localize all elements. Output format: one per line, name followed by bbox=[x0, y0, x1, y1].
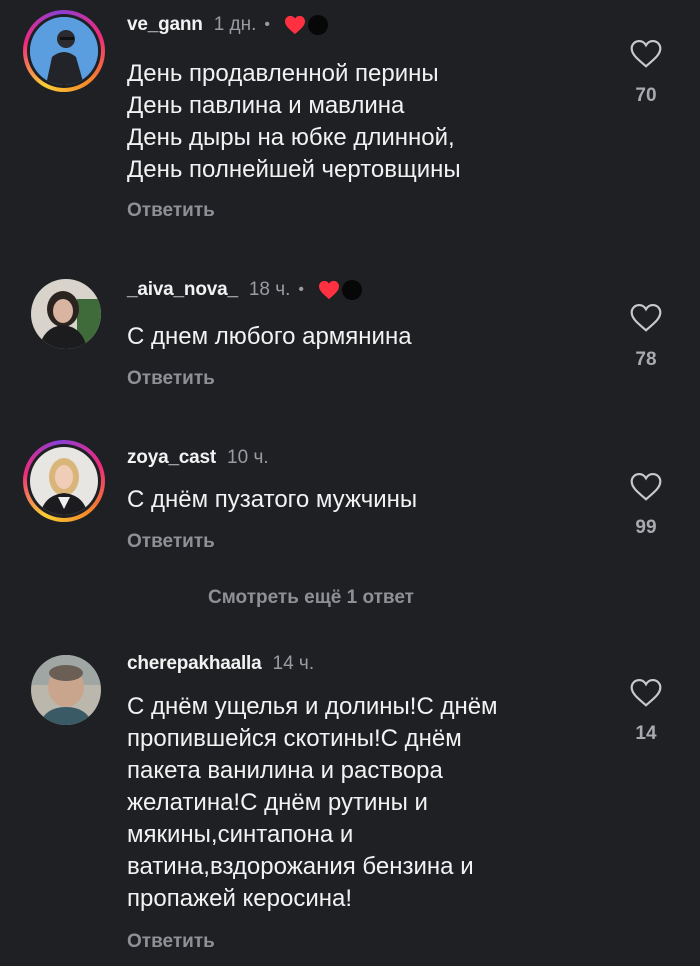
comment-text: С днём пузатого мужчины bbox=[127, 486, 418, 513]
avatar-photo bbox=[30, 447, 98, 515]
avatar-photo bbox=[30, 17, 98, 85]
avatar[interactable] bbox=[30, 17, 98, 85]
reply-button[interactable]: Ответить bbox=[127, 200, 215, 222]
username[interactable]: _aiva_nova_ bbox=[127, 279, 238, 301]
reply-button[interactable]: Ответить bbox=[127, 368, 215, 390]
separator-dot: • bbox=[298, 281, 305, 298]
reply-button[interactable]: Ответить bbox=[127, 531, 215, 553]
like-count: 78 bbox=[635, 349, 657, 370]
username[interactable]: cherepakhaalla bbox=[127, 653, 262, 675]
username[interactable]: ve_gann bbox=[127, 14, 203, 36]
avatar-photo bbox=[31, 655, 101, 725]
timestamp: 10 ч. bbox=[227, 447, 269, 468]
username[interactable]: zoya_cast bbox=[127, 447, 216, 469]
heart-outline-icon[interactable] bbox=[629, 678, 663, 708]
author-avatar bbox=[308, 15, 329, 35]
comment-text: День продавленной перины День павлина и … bbox=[127, 60, 461, 183]
heart-outline-icon[interactable] bbox=[629, 472, 663, 502]
view-more-replies-button[interactable]: Смотреть ещё 1 ответ bbox=[0, 587, 622, 609]
avatar[interactable] bbox=[31, 279, 101, 349]
reply-button[interactable]: Ответить bbox=[127, 931, 215, 953]
author-avatar bbox=[342, 280, 363, 300]
separator-dot: • bbox=[264, 16, 271, 33]
like-count: 99 bbox=[635, 517, 657, 538]
comment-text: С днем любого армянина bbox=[127, 323, 412, 350]
heart-outline-icon[interactable] bbox=[629, 303, 663, 333]
avatar[interactable] bbox=[31, 655, 101, 725]
heart-filled-icon bbox=[319, 280, 340, 300]
heart-filled-icon bbox=[285, 15, 306, 35]
heart-outline-icon[interactable] bbox=[629, 39, 663, 69]
avatar-photo bbox=[31, 279, 101, 349]
timestamp: 1 дн. bbox=[213, 14, 257, 35]
like-count: 14 bbox=[635, 723, 657, 744]
comment-text: С днём ущелья и долины!С днём пропившейс… bbox=[127, 693, 498, 912]
timestamp: 14 ч. bbox=[272, 653, 315, 674]
avatar[interactable] bbox=[30, 447, 98, 515]
like-count: 70 bbox=[635, 85, 657, 106]
timestamp: 18 ч. bbox=[248, 279, 291, 300]
